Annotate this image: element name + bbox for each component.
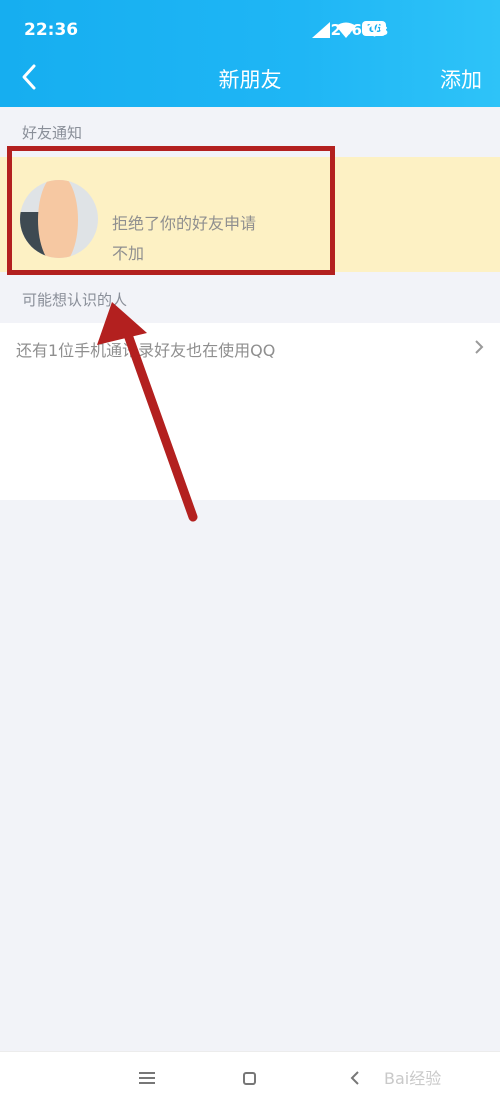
chevron-right-icon[interactable] [472,339,486,355]
signal-icon [312,22,330,38]
home-icon[interactable] [243,1072,256,1085]
net-speed: 286K/s [330,21,388,39]
nav-back-icon[interactable] [349,1070,361,1086]
add-button[interactable]: 添加 [440,64,482,94]
header-bar: 22:36 16 286K/s 新朋友 添加 [0,0,500,107]
page-title: 新朋友 [218,68,282,92]
section-label-notifications: 好友通知 [22,124,83,142]
watermark: Bai经验 [384,1069,442,1088]
section-label-suggested: 可能想认识的人 [22,291,128,309]
status-time: 22:36 [24,20,79,40]
menu-icon[interactable] [138,1071,156,1085]
contacts-suggestion-text: 还有1位手机通讯录好友也在使用QQ [16,341,276,360]
annotation-highlight-box [7,146,335,275]
